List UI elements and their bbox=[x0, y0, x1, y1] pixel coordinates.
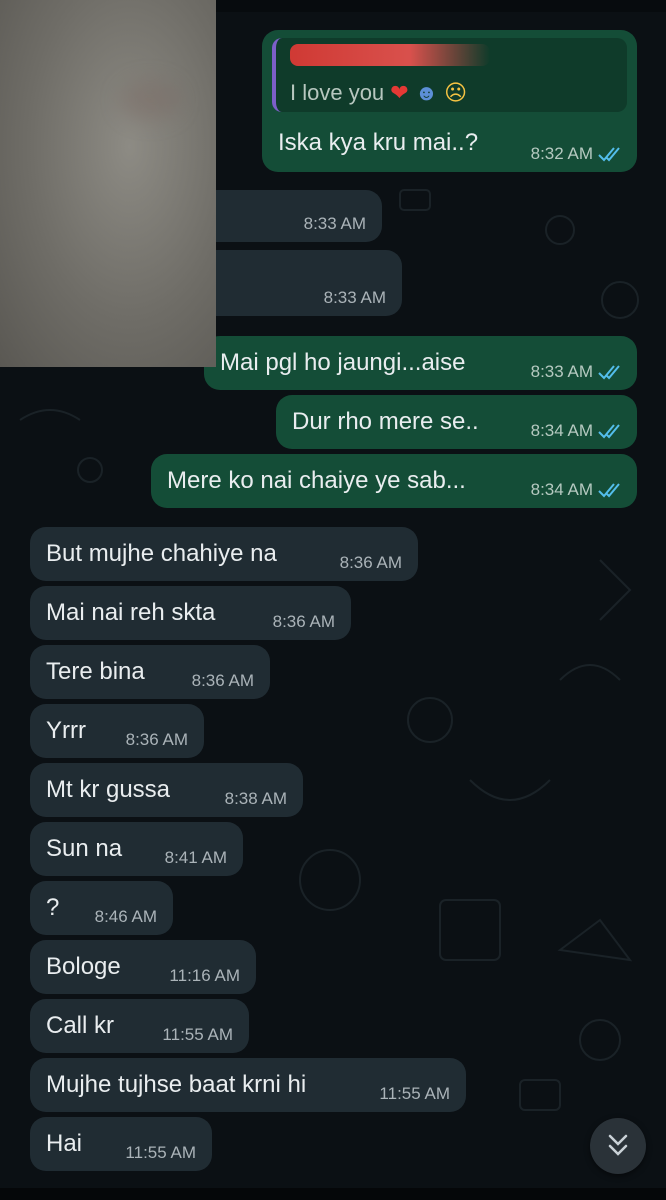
scroll-to-bottom-button[interactable] bbox=[590, 1118, 646, 1174]
message-bubble-incoming[interactable]: Mai nai reh skta 8:36 AM bbox=[30, 586, 351, 640]
message-bubble-outgoing[interactable]: Mere ko nai chaiye ye sab... 8:34 AM bbox=[151, 454, 637, 508]
message-time: 8:34 AM bbox=[530, 421, 593, 440]
message-bubble-incoming[interactable]: Tere bina 8:36 AM bbox=[30, 645, 270, 699]
quoted-message[interactable]: I love you ❤ ☻ ☹ bbox=[272, 38, 627, 112]
message-time: 8:36 AM bbox=[339, 553, 402, 572]
message-text: Hai bbox=[46, 1130, 83, 1157]
overlay-photo-thumbnail bbox=[0, 0, 216, 367]
message-text: Iska kya kru mai..? bbox=[278, 129, 479, 156]
message-time: 8:46 AM bbox=[94, 907, 157, 926]
message-text: ? bbox=[46, 894, 60, 921]
message-text: But mujhe chahiye na bbox=[46, 540, 277, 567]
message-time: 8:36 AM bbox=[272, 612, 335, 631]
double-check-icon bbox=[598, 483, 620, 498]
message-bubble-outgoing[interactable]: I love you ❤ ☻ ☹ Iska kya kru mai..? 8:3… bbox=[262, 30, 637, 172]
people-hugging-emoji-icon: ☻ bbox=[414, 80, 439, 105]
message-text: Sun na bbox=[46, 835, 123, 862]
quoted-text: I love you bbox=[290, 80, 385, 105]
message-bubble-incoming[interactable]: Sun na 8:41 AM bbox=[30, 822, 243, 876]
message-time: 11:55 AM bbox=[162, 1025, 233, 1044]
message-time: 8:38 AM bbox=[224, 789, 287, 808]
message-time: 11:55 AM bbox=[379, 1084, 450, 1103]
message-text: Mai nai reh skta bbox=[46, 599, 216, 626]
message-bubble-incoming[interactable]: Yrrr 8:36 AM bbox=[30, 704, 204, 758]
message-text: Dur rho mere se.. bbox=[292, 408, 479, 435]
message-text: Yrrr bbox=[46, 717, 86, 744]
message-text: Mujhe tujhse baat krni hi bbox=[46, 1071, 307, 1098]
message-bubble-incoming[interactable]: ? 8:46 AM bbox=[30, 881, 173, 935]
message-time: 8:33 AM bbox=[303, 214, 366, 233]
message-bubble-incoming[interactable]: Mt kr gussa 8:38 AM bbox=[30, 763, 303, 817]
message-bubble-outgoing[interactable]: Mai pgl ho jaungi...aise 8:33 AM bbox=[204, 336, 637, 390]
message-bubble-incoming[interactable]: Bologe 11:16 AM bbox=[30, 940, 256, 994]
message-bubble-outgoing[interactable]: Dur rho mere se.. 8:34 AM bbox=[276, 395, 637, 449]
message-time: 8:41 AM bbox=[164, 848, 227, 867]
message-time: 11:55 AM bbox=[125, 1143, 196, 1162]
heart-emoji-icon: ❤ bbox=[390, 80, 409, 105]
message-bubble-incoming[interactable]: But mujhe chahiye na 8:36 AM bbox=[30, 527, 418, 581]
message-time: 11:16 AM bbox=[169, 966, 240, 985]
message-time: 8:32 AM bbox=[530, 144, 593, 163]
double-check-icon bbox=[598, 147, 620, 162]
crying-face-emoji-icon: ☹ bbox=[444, 80, 468, 105]
quoted-sender-redacted bbox=[290, 44, 490, 66]
message-text: Bologe bbox=[46, 953, 121, 980]
chevrons-down-icon bbox=[608, 1134, 628, 1156]
double-check-icon bbox=[598, 424, 620, 439]
bottom-edge bbox=[0, 1188, 666, 1200]
message-time: 8:34 AM bbox=[530, 480, 593, 499]
message-text: Mai pgl ho jaungi...aise bbox=[220, 349, 466, 376]
quoted-message-text: I love you ❤ ☻ ☹ bbox=[290, 78, 467, 108]
message-bubble-incoming[interactable]: Call kr 11:55 AM bbox=[30, 999, 249, 1053]
message-text: Tere bina bbox=[46, 658, 145, 685]
message-bubble-incoming[interactable]: Hai 11:55 AM bbox=[30, 1117, 212, 1171]
message-time: 8:33 AM bbox=[323, 288, 386, 307]
message-time: 8:33 AM bbox=[530, 362, 593, 381]
message-text: Mt kr gussa bbox=[46, 776, 171, 803]
message-time: 8:36 AM bbox=[191, 671, 254, 690]
message-bubble-incoming[interactable]: Mujhe tujhse baat krni hi 11:55 AM bbox=[30, 1058, 466, 1112]
message-text: Call kr bbox=[46, 1012, 115, 1039]
message-text: Mere ko nai chaiye ye sab... bbox=[167, 467, 466, 494]
double-check-icon bbox=[598, 365, 620, 380]
message-time: 8:36 AM bbox=[125, 730, 188, 749]
